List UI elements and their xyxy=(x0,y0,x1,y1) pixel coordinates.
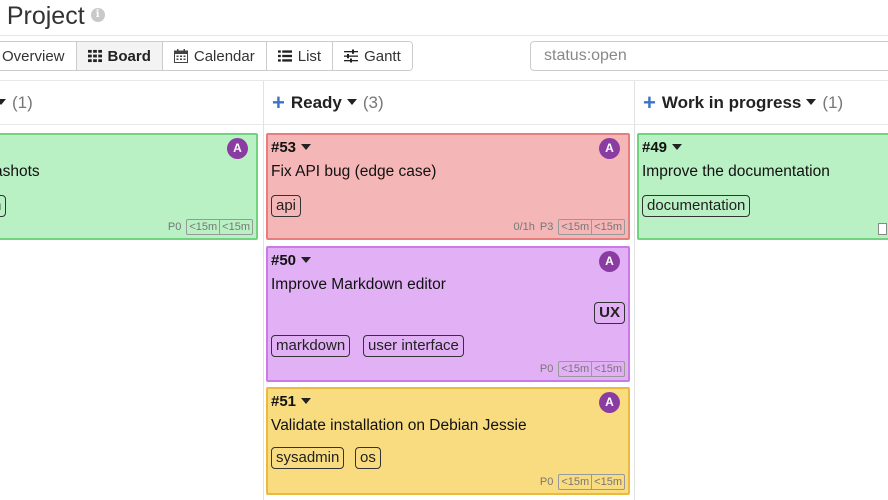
tab-board[interactable]: Board xyxy=(76,42,163,70)
issue-title[interactable]: Validate installation on Debian Jessie xyxy=(271,417,527,435)
estimate-value: <15m xyxy=(189,221,218,233)
estimate-badge: <15m <15m xyxy=(558,219,625,235)
board: (1) + Ready (3) + Work in progress (1) A… xyxy=(0,80,888,500)
issue-card[interactable]: #51 A Validate installation on Debian Je… xyxy=(266,387,630,495)
chevron-down-icon[interactable] xyxy=(301,257,312,264)
tab-list-label: List xyxy=(297,47,322,65)
issue-number[interactable]: #50 xyxy=(271,252,312,269)
column-name[interactable]: Ready xyxy=(291,93,342,113)
estimate-badge: <15m <15m xyxy=(558,361,625,377)
time-tracking: 0/1h xyxy=(513,221,535,233)
column-count: (3) xyxy=(362,92,384,112)
chevron-down-icon[interactable] xyxy=(0,98,6,105)
chevron-down-icon[interactable] xyxy=(301,144,312,151)
issue-tag[interactable]: UX xyxy=(594,302,625,324)
tab-gantt[interactable]: Gantt xyxy=(333,42,412,70)
search-input[interactable] xyxy=(530,41,888,71)
tab-overview-label: Overview xyxy=(2,47,65,65)
toolbar: Overview Board Calendar List Gantt xyxy=(0,36,888,80)
column-count: (1) xyxy=(12,92,33,112)
avatar[interactable]: A xyxy=(599,251,620,272)
issue-card[interactable]: #49 Improve the documentation documentat… xyxy=(637,133,888,240)
column-divider xyxy=(634,81,635,500)
priority-badge: P0 xyxy=(539,476,554,488)
sliders-icon xyxy=(344,49,359,63)
grid-icon xyxy=(87,49,102,63)
issue-label[interactable]: n xyxy=(0,195,7,217)
issue-title[interactable]: Fix API bug (edge case) xyxy=(271,163,436,181)
issue-label[interactable]: os xyxy=(355,447,381,469)
title-bar: o Project i xyxy=(0,0,888,36)
spent-value: <15m xyxy=(591,362,624,376)
estimate-value: <15m xyxy=(561,476,590,488)
priority-badge: P0 xyxy=(167,221,182,233)
tab-overview[interactable]: Overview xyxy=(0,42,77,70)
issue-number-text: #49 xyxy=(642,139,668,156)
avatar[interactable]: A xyxy=(227,138,248,159)
column-name[interactable]: Work in progress xyxy=(662,93,802,113)
issue-label[interactable]: sysadmin xyxy=(271,447,345,469)
card-footer: P0 <15m <15m xyxy=(540,474,625,490)
view-switcher: Overview Board Calendar List Gantt xyxy=(0,41,413,71)
document-icon xyxy=(878,223,887,235)
spent-value: <15m xyxy=(591,475,624,489)
column-header-first: (1) xyxy=(0,81,263,125)
card-footer: P0 <15m <15m xyxy=(540,361,625,377)
calendar-icon xyxy=(173,49,188,63)
tab-calendar[interactable]: Calendar xyxy=(162,42,267,70)
estimate-badge: <15m <15m xyxy=(558,474,625,490)
issue-number-text: #50 xyxy=(271,252,297,269)
priority-badge: P3 xyxy=(539,221,554,233)
chevron-down-icon[interactable] xyxy=(672,144,683,151)
tab-board-label: Board xyxy=(107,47,151,65)
tab-list[interactable]: List xyxy=(266,42,334,70)
issue-label[interactable]: documentation xyxy=(642,195,751,217)
issue-label[interactable]: api xyxy=(271,195,302,217)
issue-number[interactable]: #53 xyxy=(271,139,312,156)
list-icon xyxy=(277,50,292,62)
column-divider xyxy=(263,81,264,500)
chevron-down-icon[interactable] xyxy=(346,98,357,105)
issue-title[interactable]: Improve the documentation xyxy=(642,163,830,181)
issue-label[interactable]: user interface xyxy=(363,335,464,357)
plus-icon[interactable]: + xyxy=(643,91,656,114)
issue-title[interactable]: ashots xyxy=(0,163,40,181)
project-title-text: o Project xyxy=(0,2,85,30)
column-count: (1) xyxy=(822,92,844,112)
issue-number[interactable]: #49 xyxy=(642,139,683,156)
issue-number-text: #51 xyxy=(271,393,297,410)
spent-value: <15m xyxy=(219,220,252,234)
issue-card[interactable]: A ashots n P0 <15m<15m xyxy=(0,133,258,240)
chevron-down-icon[interactable] xyxy=(806,98,817,105)
issue-card[interactable]: #50 A Improve Markdown editor UX markdow… xyxy=(266,246,630,382)
issue-card[interactable]: #53 A Fix API bug (edge case) api 0/1h P… xyxy=(266,133,630,240)
estimate-value: <15m xyxy=(561,221,590,233)
info-icon[interactable]: i xyxy=(90,8,105,23)
plus-icon[interactable]: + xyxy=(272,91,285,114)
card-footer: 0/1h P3 <15m <15m xyxy=(513,219,625,235)
estimate-badge: <15m <15m xyxy=(186,219,253,235)
issue-label[interactable]: markdown xyxy=(271,335,351,357)
chevron-down-icon[interactable] xyxy=(301,398,312,405)
estimate-value: <15m xyxy=(561,363,590,375)
column-header-work-in-progress: + Work in progress (1) xyxy=(635,81,888,125)
page-title: o Project i xyxy=(0,2,105,31)
spent-value: <15m xyxy=(591,220,624,234)
priority-badge: P0 xyxy=(539,363,554,375)
card-footer: P0 <15m <15m xyxy=(168,219,253,235)
issue-number[interactable]: #51 xyxy=(271,393,312,410)
tab-calendar-label: Calendar xyxy=(193,47,255,65)
avatar[interactable]: A xyxy=(599,392,620,413)
issue-title[interactable]: Improve Markdown editor xyxy=(271,276,446,294)
issue-number-text: #53 xyxy=(271,139,297,156)
column-header-ready: + Ready (3) xyxy=(264,81,634,125)
avatar[interactable]: A xyxy=(599,138,620,159)
tab-gantt-label: Gantt xyxy=(364,47,401,65)
